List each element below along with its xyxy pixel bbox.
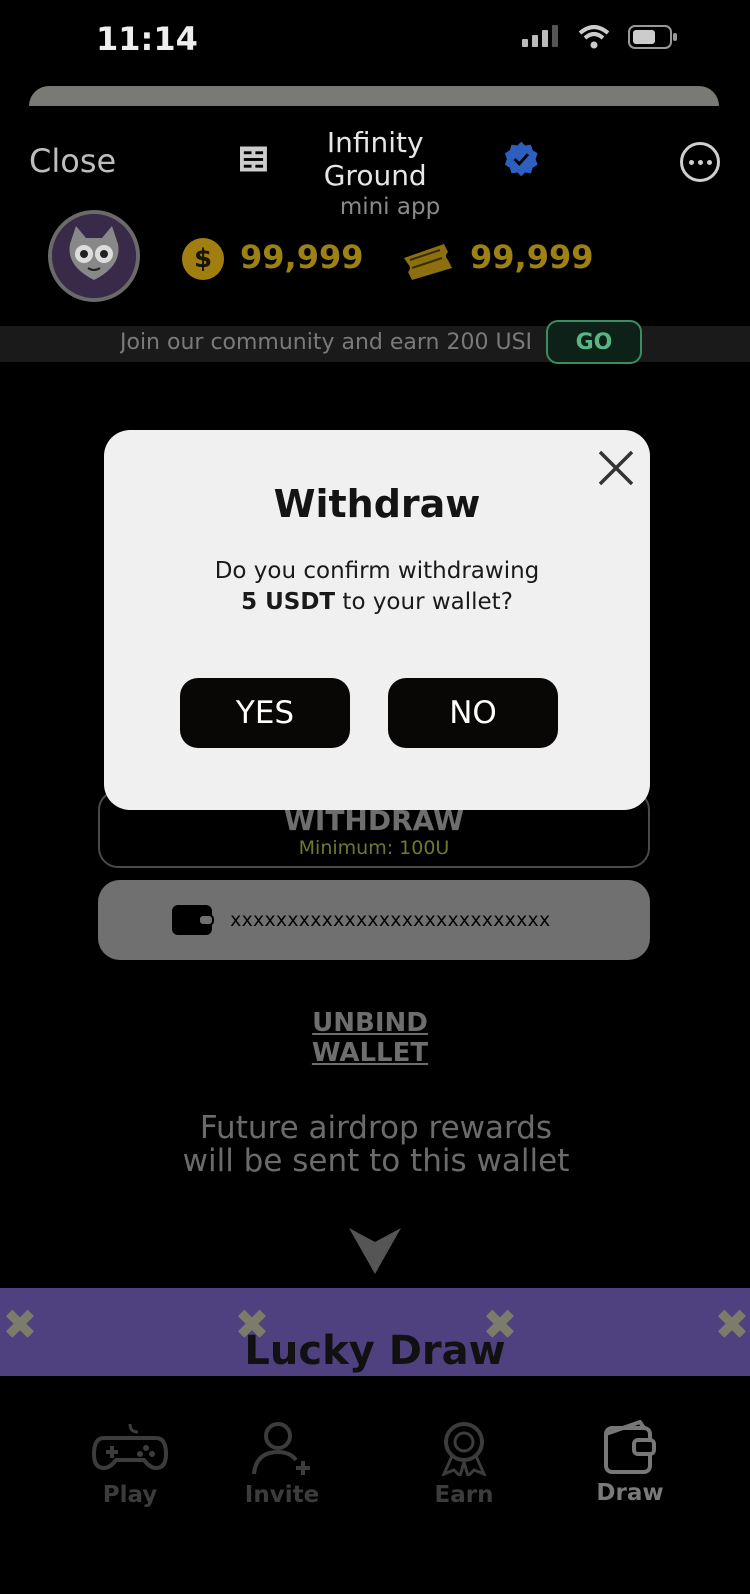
status-time: 11:14 [96,20,198,58]
avatar[interactable] [48,210,140,302]
dialog-message: Do you confirm withdrawing 5 USDT to you… [144,556,610,618]
airdrop-note-line2: will be sent to this wallet [182,1143,570,1179]
no-button[interactable]: NO [388,678,558,748]
coin-icon: $ [182,238,224,280]
gamepad-icon [91,1423,169,1471]
nav-item-draw[interactable]: Draw [560,1420,700,1506]
nav-item-invite[interactable]: Invite [212,1420,352,1508]
coin-balance: 99,999 [240,238,364,276]
verified-badge-icon [504,141,538,177]
add-user-icon [252,1422,310,1475]
bottom-nav: Play Invite Earn Draw [0,1420,750,1540]
chevron-down-icon [349,1228,401,1274]
more-options-button[interactable] [680,142,720,182]
more-options-icon [688,159,694,165]
unbind-wallet-link[interactable]: UNBIND WALLET [250,1008,490,1068]
app-title-block: Infinity Ground mini app [240,126,540,220]
nav-item-earn[interactable]: Earn [394,1420,534,1508]
withdraw-minimum: Minimum: 100U [298,837,450,859]
status-icons [522,24,678,50]
wallet-address-box: xxxxxxxxxxxxxxxxxxxxxxxxxxxx [98,880,650,960]
nav-label-play: Play [102,1482,158,1508]
nav-item-play[interactable]: Play [60,1420,200,1508]
infinity-ground-logo-icon [240,146,267,172]
go-button[interactable]: GO [546,320,642,364]
announcement-text: Join our community and earn 200 USDT [120,330,530,355]
ticket-icon [404,244,452,280]
close-button[interactable]: Close [29,142,116,180]
airdrop-note: Future airdrop rewards will be sent to t… [150,1112,602,1178]
wifi-icon [578,25,610,49]
medal-icon [441,1422,487,1476]
dialog-amount: 5 USDT [241,589,336,615]
wallet-nav-icon [604,1420,656,1474]
withdraw-confirm-dialog: Withdraw Do you confirm withdrawing 5 US… [104,430,650,810]
nav-label-invite: Invite [244,1482,320,1508]
wallet-address: xxxxxxxxxxxxxxxxxxxxxxxxxxxx [230,909,551,931]
nav-label-draw: Draw [596,1480,664,1506]
ticket-balance: 99,999 [470,238,594,276]
sheet-handle [29,86,719,106]
nav-label-earn: Earn [434,1482,494,1508]
cat-avatar-icon [52,214,136,298]
yes-button[interactable]: YES [180,678,350,748]
airdrop-note-line1: Future airdrop rewards [199,1110,553,1146]
dialog-message-line2: to your wallet? [335,589,513,615]
battery-icon [628,25,677,49]
wallet-icon [172,905,214,935]
app-title: Infinity Ground [323,126,427,192]
app-subtitle: mini app [339,194,441,220]
dialog-title: Withdraw [273,482,481,526]
lucky-draw-label: Lucky Draw [244,1328,506,1374]
signal-icon [522,25,558,47]
dialog-message-line1: Do you confirm withdrawing [214,558,540,584]
